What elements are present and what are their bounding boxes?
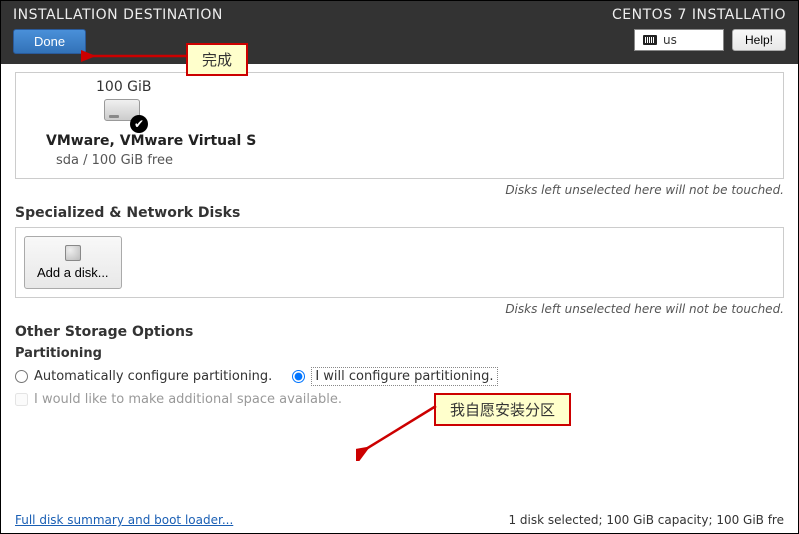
network-disks-box: Add a disk... xyxy=(15,227,784,298)
disk-plus-icon xyxy=(65,245,81,261)
reclaim-label: I would like to make additional space av… xyxy=(34,392,342,407)
network-disks-title: Specialized & Network Disks xyxy=(15,205,784,221)
radio-auto-label: Automatically configure partitioning. xyxy=(34,369,272,384)
local-disks-box: 100 GiB ✔ VMware, VMware Virtual S sda /… xyxy=(15,72,784,179)
reclaim-space-row: I would like to make additional space av… xyxy=(15,392,784,407)
network-disks-note: Disks left unselected here will not be t… xyxy=(15,302,784,316)
radio-auto-input[interactable] xyxy=(15,370,28,383)
disk-summary-link[interactable]: Full disk summary and boot loader... xyxy=(15,513,233,527)
installer-title: CENTOS 7 INSTALLATIO xyxy=(612,7,786,23)
disk-detail-label: sda / 100 GiB free xyxy=(56,153,173,168)
annotation-done: 完成 xyxy=(186,43,248,76)
footer-status: 1 disk selected; 100 GiB capacity; 100 G… xyxy=(508,513,784,527)
help-button[interactable]: Help! xyxy=(732,29,786,51)
local-disks-note: Disks left unselected here will not be t… xyxy=(15,183,784,197)
keyboard-icon xyxy=(643,35,657,45)
radio-manual-input[interactable] xyxy=(292,370,305,383)
reclaim-checkbox xyxy=(15,393,28,406)
add-disk-label: Add a disk... xyxy=(37,265,109,280)
done-button[interactable]: Done xyxy=(13,29,86,54)
disk-icon: ✔ xyxy=(104,99,144,129)
storage-options-title: Other Storage Options xyxy=(15,324,784,340)
checkmark-icon: ✔ xyxy=(130,115,148,133)
keyboard-layout-indicator[interactable]: us xyxy=(634,29,724,51)
disk-item[interactable]: 100 GiB ✔ VMware, VMware Virtual S sda /… xyxy=(26,79,773,168)
annotation-manual-partition: 我自愿安装分区 xyxy=(434,393,571,426)
disk-name-label: VMware, VMware Virtual S xyxy=(46,133,256,149)
add-disk-button[interactable]: Add a disk... xyxy=(24,236,122,289)
disk-size-label: 100 GiB xyxy=(96,79,152,95)
header-bar: INSTALLATION DESTINATION Done CENTOS 7 I… xyxy=(1,1,798,64)
radio-auto-partition[interactable]: Automatically configure partitioning. xyxy=(15,369,272,384)
footer-bar: Full disk summary and boot loader... 1 d… xyxy=(15,513,784,527)
radio-manual-label: I will configure partitioning. xyxy=(311,367,497,386)
partitioning-subtitle: Partitioning xyxy=(15,346,784,361)
radio-manual-partition[interactable]: I will configure partitioning. xyxy=(292,367,497,386)
page-title: INSTALLATION DESTINATION xyxy=(13,7,223,23)
keyboard-layout-label: us xyxy=(663,33,677,47)
